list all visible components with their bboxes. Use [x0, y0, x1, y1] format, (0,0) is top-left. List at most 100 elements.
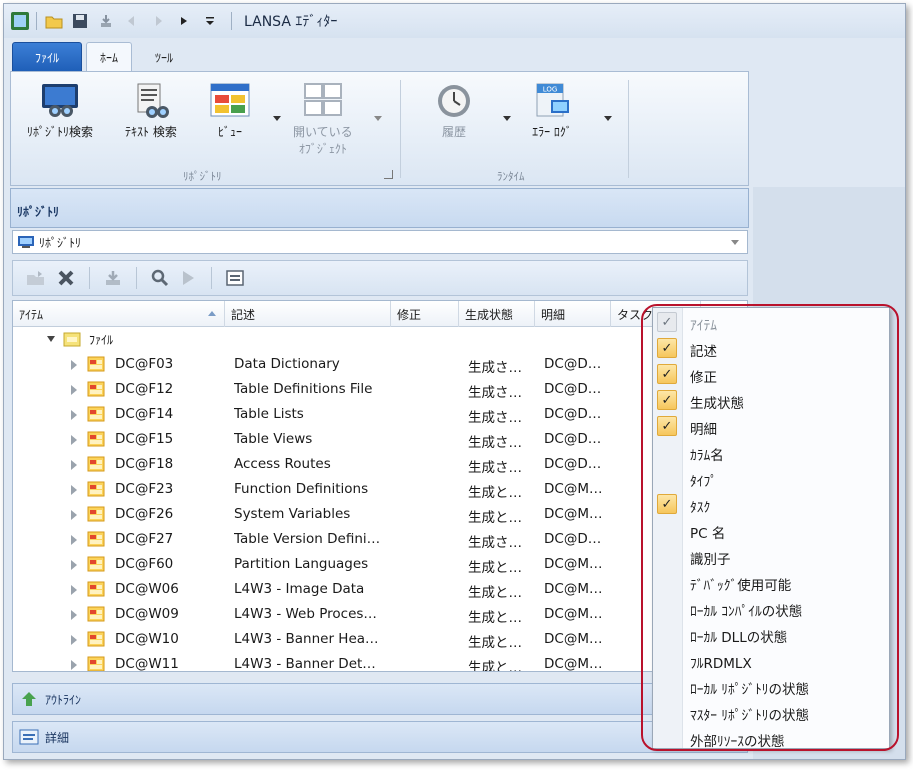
tab-tools[interactable]: ﾂｰﾙ: [138, 42, 190, 72]
checkmark-icon: ✓: [657, 390, 677, 410]
expand-icon[interactable]: [71, 410, 77, 420]
table-row[interactable]: DC@F12 Table Definitions File 生成さ… DC@D…: [13, 377, 747, 402]
row-gen: 生成と…: [468, 510, 522, 526]
error-log-dropdown-arrow[interactable]: [604, 116, 612, 121]
menu-item[interactable]: ﾛｰｶﾙ DLLの状態: [653, 621, 889, 647]
details-panel-header[interactable]: 詳細: [12, 721, 748, 753]
column-header-desc[interactable]: 記述: [225, 301, 391, 327]
panel-splitter[interactable]: [12, 673, 748, 679]
folder-row[interactable]: ﾌｧｲﾙ: [13, 327, 747, 352]
outline-panel-header[interactable]: ｱｳﾄﾗｲﾝ: [12, 683, 748, 715]
forward-icon[interactable]: [147, 10, 169, 32]
repository-toolbar: [12, 260, 748, 296]
checkin-icon[interactable]: [100, 265, 126, 291]
open-objects-dropdown-arrow[interactable]: [374, 116, 382, 121]
clock-icon: [438, 85, 470, 117]
view-icon: [210, 83, 250, 117]
menu-item[interactable]: ｶﾗﾑ名: [653, 439, 889, 465]
back-icon[interactable]: [121, 10, 143, 32]
table-row[interactable]: DC@W06 L4W3 - Image Data 生成と… DC@M…: [13, 577, 747, 602]
execute-icon[interactable]: [175, 265, 201, 291]
menu-item[interactable]: ﾛｰｶﾙ ｺﾝﾊﾟｲﾙの状態: [653, 595, 889, 621]
menu-item[interactable]: ✓ ﾀｽｸ: [653, 491, 889, 517]
expand-icon[interactable]: [71, 660, 77, 670]
tab-home[interactable]: ﾎｰﾑ: [86, 42, 132, 72]
row-name: DC@W06: [115, 581, 179, 597]
download-icon[interactable]: [95, 10, 117, 32]
text-search-button[interactable]: ﾃｷｽﾄ 検索: [125, 82, 177, 141]
delete-icon[interactable]: [53, 265, 79, 291]
row-name: DC@F03: [115, 356, 174, 372]
save-icon[interactable]: [69, 10, 91, 32]
column-header-detail[interactable]: 明細: [535, 301, 611, 327]
expand-icon[interactable]: [71, 360, 77, 370]
column-header-gen[interactable]: 生成状態: [459, 301, 535, 327]
qa-separator: [36, 12, 37, 30]
column-header-mod[interactable]: 修正: [391, 301, 459, 327]
open-folder-icon[interactable]: [43, 10, 65, 32]
expand-icon[interactable]: [71, 385, 77, 395]
expand-icon[interactable]: [71, 485, 77, 495]
history-dropdown-arrow[interactable]: [503, 116, 511, 121]
open-objects-label-1: 開いている: [293, 125, 353, 139]
menu-item[interactable]: ﾏｽﾀｰ ﾘﾎﾟｼﾞﾄﾘの状態: [653, 699, 889, 725]
menu-item[interactable]: ﾃﾞﾊﾞｯｸﾞ使用可能: [653, 569, 889, 595]
view-dropdown-arrow[interactable]: [273, 116, 281, 121]
expand-icon[interactable]: [71, 585, 77, 595]
expand-icon[interactable]: [71, 435, 77, 445]
repository-combo[interactable]: ﾘﾎﾟｼﾞﾄﾘ: [12, 230, 748, 254]
table-row[interactable]: DC@F15 Table Views 生成さ… DC@D…: [13, 427, 747, 452]
find-icon[interactable]: [147, 265, 173, 291]
table-row[interactable]: DC@W11 L4W3 - Banner Det… 生成と… DC@M…: [13, 652, 747, 671]
open-objects-button[interactable]: 開いている ｵﾌﾞｼﾞｪｸﾄ: [293, 82, 353, 158]
menu-item-label: ﾛｰｶﾙ ｺﾝﾊﾟｲﾙの状態: [690, 604, 803, 620]
repository-search-button[interactable]: ﾘﾎﾟｼﾞﾄﾘ検索: [27, 82, 93, 141]
customize-qa-icon[interactable]: [199, 10, 221, 32]
folder-label: ﾌｧｲﾙ: [89, 333, 114, 347]
tab-file[interactable]: ﾌｧｲﾙ: [12, 42, 82, 72]
history-button[interactable]: 履歴: [433, 82, 475, 141]
svg-text:LOG: LOG: [543, 86, 558, 94]
column-header-item[interactable]: ｱｲﾃﾑ: [13, 301, 225, 327]
expand-icon[interactable]: [71, 535, 77, 545]
checkmark-icon: ✓: [657, 494, 677, 514]
error-log-button[interactable]: LOG ｴﾗｰ ﾛｸﾞ: [531, 82, 573, 141]
properties-icon[interactable]: [222, 265, 248, 291]
table-row[interactable]: DC@F23 Function Definitions 生成と… DC@M…: [13, 477, 747, 502]
menu-item[interactable]: ✓ 記述: [653, 335, 889, 361]
combo-arrow-icon[interactable]: [731, 240, 739, 245]
table-row[interactable]: DC@F14 Table Lists 生成さ… DC@D…: [13, 402, 747, 427]
view-button[interactable]: ﾋﾞｭｰ: [209, 82, 251, 141]
group-launcher-icon[interactable]: [384, 170, 393, 179]
expand-icon[interactable]: [71, 635, 77, 645]
table-row[interactable]: DC@W10 L4W3 - Banner Hea… 生成と… DC@M…: [13, 627, 747, 652]
checkmark-icon: ✓: [657, 364, 677, 384]
table-row[interactable]: DC@W09 L4W3 - Web Proces… 生成と… DC@M…: [13, 602, 747, 627]
menu-item-label: ﾌﾙRDMLX: [690, 656, 752, 672]
menu-item[interactable]: 外部ﾘｿｰｽの状態: [653, 725, 889, 751]
menu-item[interactable]: PC 名: [653, 517, 889, 543]
menu-item[interactable]: ✓ 明細: [653, 413, 889, 439]
expand-icon[interactable]: [71, 510, 77, 520]
file-icon: [87, 381, 105, 397]
menu-item[interactable]: ✓ 生成状態: [653, 387, 889, 413]
row-name: DC@F27: [115, 531, 174, 547]
menu-item[interactable]: 識別子: [653, 543, 889, 569]
new-folder-icon[interactable]: [23, 265, 49, 291]
expand-icon[interactable]: [71, 610, 77, 620]
run-icon[interactable]: [173, 10, 195, 32]
menu-item[interactable]: ﾛｰｶﾙ ﾘﾎﾟｼﾞﾄﾘの状態: [653, 673, 889, 699]
menu-item[interactable]: ﾀｲﾌﾟ: [653, 465, 889, 491]
table-row[interactable]: DC@F03 Data Dictionary 生成さ… DC@D…: [13, 352, 747, 377]
table-row[interactable]: DC@F26 System Variables 生成と… DC@M…: [13, 502, 747, 527]
table-row[interactable]: DC@F27 Table Version Defini… 生成さ… DC@D…: [13, 527, 747, 552]
expand-icon[interactable]: [71, 560, 77, 570]
collapse-icon[interactable]: [47, 336, 55, 342]
sort-ascending-icon: [208, 311, 216, 316]
expand-icon[interactable]: [71, 460, 77, 470]
row-name: DC@F60: [115, 556, 174, 572]
table-row[interactable]: DC@F60 Partition Languages 生成と… DC@M…: [13, 552, 747, 577]
table-row[interactable]: DC@F18 Access Routes 生成さ… DC@D…: [13, 452, 747, 477]
menu-item[interactable]: ﾌﾙRDMLX: [653, 647, 889, 673]
menu-item[interactable]: ✓ 修正: [653, 361, 889, 387]
